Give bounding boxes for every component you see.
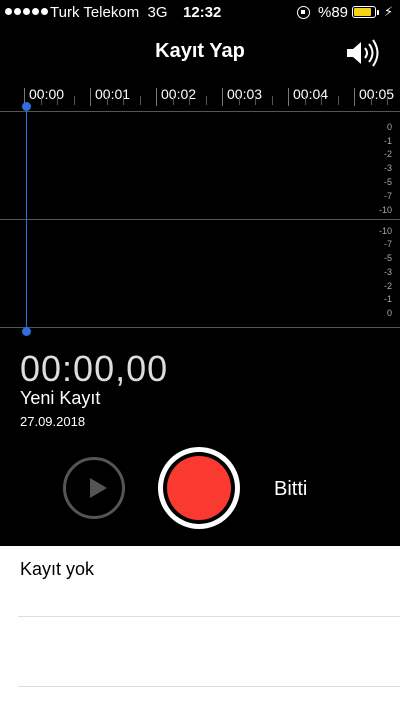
play-button[interactable] <box>63 457 125 519</box>
timeline-minor-tick <box>387 96 388 105</box>
db-scale-label: -1 <box>383 136 392 146</box>
bolt-icon: ⚡ <box>384 4 394 19</box>
db-scale-label: -2 <box>383 149 392 159</box>
timeline-label: 00:04 <box>293 86 329 102</box>
battery-icon <box>352 6 376 18</box>
timeline-ruler[interactable]: 00:00 00:01 00:02 00:03 00:04 00:05 <box>0 82 400 108</box>
waveform-center-line <box>0 219 400 220</box>
playhead[interactable] <box>26 106 27 332</box>
db-scale-label: -1 <box>383 294 392 304</box>
db-scale-label: -10 <box>378 226 392 236</box>
waveform-top-line <box>0 111 400 112</box>
playhead-bottom-handle[interactable] <box>22 327 31 336</box>
timeline-label: 00:02 <box>161 86 197 102</box>
timeline-major-tick <box>354 88 355 106</box>
timeline-label: 00:03 <box>227 86 263 102</box>
db-scale-label: -3 <box>383 267 392 277</box>
timeline-minor-tick <box>304 96 306 105</box>
timeline-minor-tick <box>255 96 256 105</box>
timeline-major-tick <box>90 88 91 106</box>
playhead-top-handle[interactable] <box>22 102 31 111</box>
record-button[interactable] <box>158 447 240 529</box>
timeline-major-tick <box>288 88 289 106</box>
timeline-minor-tick <box>73 96 75 105</box>
battery-fill <box>354 8 371 16</box>
page-title: Kayıt Yap <box>155 40 245 62</box>
db-scale-label: -10 <box>378 205 392 215</box>
db-scale-label: 0 <box>386 308 392 318</box>
db-scale-label: -2 <box>383 281 392 291</box>
db-scale-label: -5 <box>383 177 392 187</box>
timeline-major-tick <box>156 88 157 106</box>
network-type: 3G <box>147 4 168 21</box>
timeline-label: 00:05 <box>359 86 395 102</box>
carrier-label: Turk Telekom 3G <box>50 4 168 21</box>
timeline-minor-tick <box>106 96 108 105</box>
timeline-minor-tick <box>57 96 58 105</box>
timeline-minor-tick <box>337 96 339 105</box>
record-icon <box>167 456 231 520</box>
timeline-minor-tick <box>238 96 240 105</box>
status-bar: Turk Telekom 3G 12:32 %89 ⚡ <box>0 0 400 26</box>
timeline-label: 00:00 <box>29 86 65 102</box>
rotation-lock-icon <box>297 6 310 19</box>
recording-name[interactable]: Yeni Kayıt <box>20 388 100 409</box>
status-time: 12:32 <box>183 4 222 21</box>
db-scale-label: -3 <box>383 163 392 173</box>
timeline-minor-tick <box>189 96 190 105</box>
timeline-minor-tick <box>370 96 372 105</box>
db-scale-label: 0 <box>386 122 392 132</box>
done-button[interactable]: Bitti <box>274 478 307 501</box>
timeline-minor-tick <box>123 96 124 105</box>
record-ring <box>163 452 235 524</box>
waveform-bottom-line <box>0 327 400 328</box>
empty-list-label: Kayıt yok <box>20 559 95 579</box>
battery-percent: %89 <box>318 4 349 21</box>
waveform-area: 0 -1 -2 -3 -5 -7 -10 -10 -7 -5 -3 -2 -1 0 <box>0 108 400 330</box>
time-counter: 00:00,00 <box>20 348 169 389</box>
timeline-minor-tick <box>271 96 273 105</box>
list-separator <box>18 686 400 687</box>
db-scale-label: -5 <box>383 253 392 263</box>
timeline-minor-tick <box>40 96 42 105</box>
battery-cap <box>377 10 379 15</box>
timeline-label: 00:01 <box>95 86 131 102</box>
play-icon <box>90 478 107 498</box>
recording-date: 27.09.2018 <box>20 414 86 429</box>
db-scale-label: -7 <box>383 239 392 249</box>
timeline-minor-tick <box>205 96 207 105</box>
timeline-major-tick <box>222 88 223 106</box>
timeline-minor-tick <box>139 96 141 105</box>
signal-strength-icon <box>5 8 48 15</box>
db-scale-label: -7 <box>383 191 392 201</box>
speaker-icon[interactable] <box>344 38 382 68</box>
recordings-list: Kayıt yok <box>0 546 400 710</box>
timeline-minor-tick <box>172 96 174 105</box>
timeline-minor-tick <box>321 96 322 105</box>
list-separator <box>18 616 400 617</box>
